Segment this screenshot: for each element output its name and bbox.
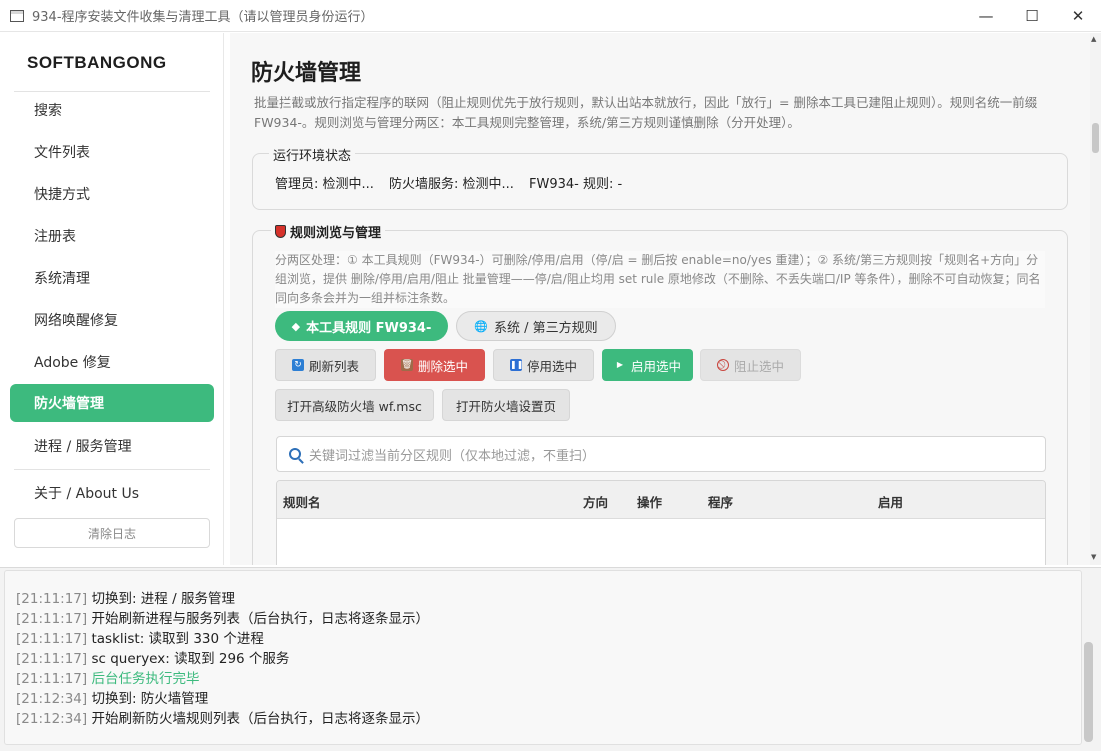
- log-timestamp: [21:12:34]: [16, 711, 88, 727]
- rule-filter-placeholder: 关键词过滤当前分区规则（仅本地过滤，不重扫）: [309, 448, 596, 464]
- env-status-group: 运行环境状态 管理员: 检测中... 防火墙服务: 检测中... FW934- …: [252, 145, 1068, 210]
- enable-selected-button[interactable]: ▶ 启用选中: [602, 349, 693, 381]
- delete-selected-button[interactable]: 🗑 删除选中: [384, 349, 485, 381]
- log-output[interactable]: [21:11:17] 切换到: 进程 / 服务管理 [21:11:17] 开始刷…: [4, 570, 1082, 745]
- title-bar: 934-程序安装文件收集与清理工具（请以管理员身份运行） — ☐ ✕: [0, 0, 1101, 32]
- column-header-action[interactable]: 操作: [637, 492, 662, 511]
- scroll-up-arrow-icon[interactable]: ▲: [1091, 35, 1096, 43]
- app-icon: [10, 9, 24, 22]
- log-line: [21:11:17] tasklist: 读取到 330 个进程: [16, 627, 264, 647]
- sidebar-item-about[interactable]: 关于 / About Us: [10, 474, 214, 512]
- sidebar: SOFTBANGONG 搜索 文件列表 快捷方式 注册表 系统清理 网络唤醒修复…: [0, 33, 224, 565]
- log-message: 切换到: 防火墙管理: [91, 691, 209, 707]
- log-timestamp: [21:11:17]: [16, 651, 88, 667]
- play-icon: ▶: [616, 360, 624, 369]
- diamond-icon: ◆: [291, 319, 301, 333]
- column-header-enabled[interactable]: 启用: [878, 492, 903, 511]
- log-timestamp: [21:11:17]: [16, 671, 88, 687]
- log-line: [21:11:17] 后台任务执行完毕: [16, 667, 199, 687]
- log-panel: [21:11:17] 切换到: 进程 / 服务管理 [21:11:17] 开始刷…: [0, 567, 1101, 751]
- sidebar-item-search[interactable]: 搜索: [10, 91, 214, 129]
- maximize-button[interactable]: ☐: [1009, 0, 1055, 32]
- log-message: 开始刷新进程与服务列表（后台执行，日志将逐条显示）: [91, 611, 429, 627]
- block-label: 阻止选中: [733, 358, 784, 374]
- refresh-button[interactable]: ↻ 刷新列表: [275, 349, 376, 381]
- sidebar-item-firewall[interactable]: 防火墙管理: [10, 384, 214, 422]
- main-scrollbar-thumb[interactable]: [1092, 123, 1099, 153]
- admin-status: 管理员: 检测中...: [275, 177, 374, 192]
- rules-note: 分两区处理：① 本工具规则（FW934-）可删除/停用/启用（停/启 = 删后按…: [275, 251, 1045, 308]
- enable-label: 启用选中: [630, 358, 681, 374]
- brand-logo: SOFTBANGONG: [27, 53, 167, 72]
- rules-table[interactable]: 规则名 方向 操作 程序 启用: [276, 480, 1046, 565]
- shield-icon: [275, 225, 286, 238]
- sidebar-divider: [14, 469, 210, 470]
- log-line: [21:11:17] 切换到: 进程 / 服务管理: [16, 587, 235, 607]
- sidebar-item-process-service[interactable]: 进程 / 服务管理: [10, 427, 214, 465]
- rule-count-status: FW934- 规则: -: [529, 177, 623, 192]
- page-title: 防火墙管理: [251, 61, 362, 86]
- sidebar-item-file-list[interactable]: 文件列表: [10, 133, 214, 171]
- firewall-service-status: 防火墙服务: 检测中...: [389, 177, 514, 192]
- log-message-success: 后台任务执行完毕: [91, 671, 200, 687]
- column-header-program[interactable]: 程序: [708, 492, 733, 511]
- open-firewall-settings-button[interactable]: 打开防火墙设置页: [442, 389, 570, 421]
- trash-icon: 🗑: [400, 359, 413, 371]
- open-advanced-firewall-button[interactable]: 打开高级防火墙 wf.msc: [275, 389, 434, 421]
- close-button[interactable]: ✕: [1055, 0, 1101, 32]
- log-message: sc queryex: 读取到 296 个服务: [91, 651, 290, 667]
- rule-filter-input[interactable]: 关键词过滤当前分区规则（仅本地过滤，不重扫）: [276, 436, 1046, 472]
- sidebar-item-wol-repair[interactable]: 网络唤醒修复: [10, 301, 214, 339]
- block-selected-button[interactable]: ⃠ 阻止选中: [700, 349, 801, 381]
- globe-icon: 🌐: [474, 319, 489, 333]
- tab-own-rules-label: 本工具规则 FW934-: [306, 320, 432, 336]
- log-line: [21:12:34] 开始刷新防火墙规则列表（后台执行，日志将逐条显示）: [16, 707, 429, 727]
- log-scrollbar-thumb[interactable]: [1084, 642, 1093, 742]
- rules-table-header: 规则名 方向 操作 程序 启用: [277, 481, 1045, 519]
- disable-selected-button[interactable]: ❚❚ 停用选中: [493, 349, 594, 381]
- column-header-rule-name[interactable]: 规则名: [283, 492, 321, 511]
- rules-group: 规则浏览与管理 分两区处理：① 本工具规则（FW934-）可删除/停用/启用（停…: [252, 222, 1068, 565]
- log-timestamp: [21:12:34]: [16, 691, 88, 707]
- scroll-down-arrow-icon[interactable]: ▼: [1091, 553, 1096, 561]
- search-icon: [289, 448, 301, 460]
- block-icon: ⃠: [716, 359, 729, 371]
- window-title: 934-程序安装文件收集与清理工具（请以管理员身份运行）: [32, 10, 374, 25]
- tab-own-rules[interactable]: ◆ 本工具规则 FW934-: [275, 311, 448, 341]
- log-scrollbar[interactable]: [1084, 574, 1095, 742]
- log-timestamp: [21:11:17]: [16, 631, 88, 647]
- main-content: 防火墙管理 批量拦截或放行指定程序的联网（阻止规则优先于放行规则，默认出站本就放…: [230, 33, 1090, 565]
- log-timestamp: [21:11:17]: [16, 611, 88, 627]
- sidebar-item-adobe-repair[interactable]: Adobe 修复: [10, 343, 214, 381]
- tab-system-rules[interactable]: 🌐 系统 / 第三方规则: [456, 311, 616, 341]
- disable-label: 停用选中: [526, 358, 577, 374]
- page-description: 批量拦截或放行指定程序的联网（阻止规则优先于放行规则，默认出站本就放行，因此「放…: [254, 95, 1038, 130]
- log-line: [21:11:17] 开始刷新进程与服务列表（后台执行，日志将逐条显示）: [16, 607, 429, 627]
- clear-log-button[interactable]: 清除日志: [14, 518, 210, 548]
- log-message: tasklist: 读取到 330 个进程: [91, 631, 264, 647]
- main-scrollbar[interactable]: ▲ ▼: [1090, 33, 1101, 565]
- log-timestamp: [21:11:17]: [16, 591, 88, 607]
- sidebar-item-system-clean[interactable]: 系统清理: [10, 259, 214, 297]
- refresh-icon: ↻: [291, 359, 304, 371]
- column-header-direction[interactable]: 方向: [583, 492, 608, 511]
- log-line: [21:12:34] 切换到: 防火墙管理: [16, 687, 208, 707]
- window-controls: — ☐ ✕: [963, 0, 1101, 32]
- rules-section-label: 规则浏览与管理: [290, 226, 382, 241]
- log-message: 切换到: 进程 / 服务管理: [91, 591, 235, 607]
- tab-system-rules-label: 系统 / 第三方规则: [494, 320, 598, 336]
- rules-section-title: 规则浏览与管理: [271, 222, 386, 241]
- log-message: 开始刷新防火墙规则列表（后台执行，日志将逐条显示）: [91, 711, 429, 727]
- delete-label: 删除选中: [417, 358, 468, 374]
- log-line: [21:11:17] sc queryex: 读取到 296 个服务: [16, 647, 289, 667]
- pause-icon: ❚❚: [509, 359, 524, 371]
- sidebar-item-shortcuts[interactable]: 快捷方式: [10, 175, 214, 213]
- sidebar-item-registry[interactable]: 注册表: [10, 217, 214, 255]
- minimize-button[interactable]: —: [963, 0, 1009, 32]
- env-status-title: 运行环境状态: [269, 145, 356, 164]
- refresh-label: 刷新列表: [308, 358, 359, 374]
